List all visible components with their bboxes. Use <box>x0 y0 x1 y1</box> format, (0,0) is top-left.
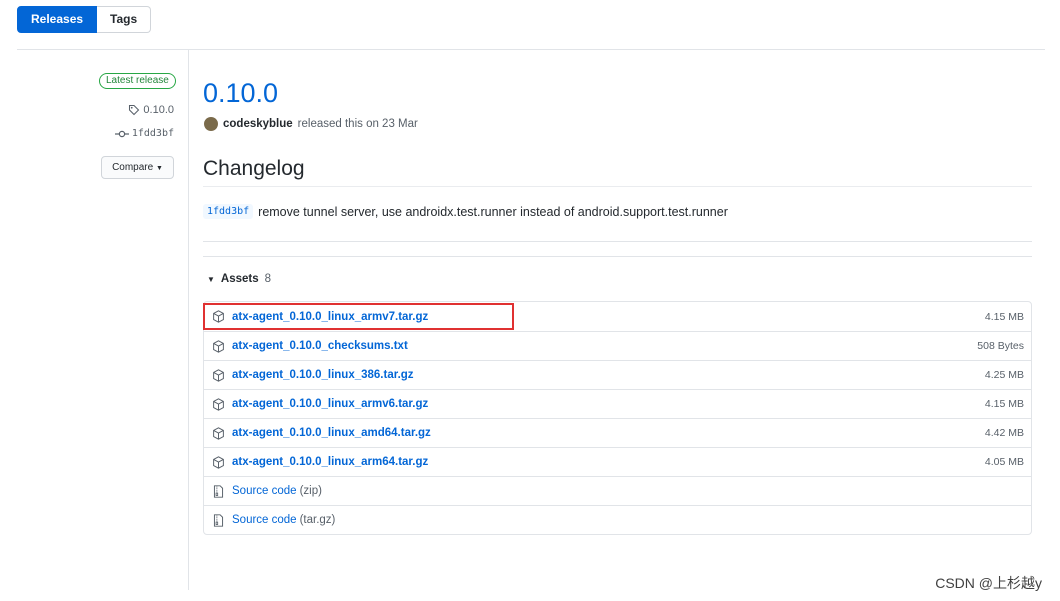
assets-toggle[interactable]: ▼ Assets 8 <box>207 273 271 285</box>
release-commit-link[interactable]: 1fdd3bf <box>114 128 174 139</box>
asset-row[interactable]: atx-agent_0.10.0_linux_arm64.tar.gz 4.05… <box>204 447 1031 476</box>
watermark: CSDN @上杉越y <box>935 575 1042 591</box>
assets-label: Assets <box>220 273 259 285</box>
source-code-row[interactable]: Source code (tar.gz) <box>204 505 1031 534</box>
git-commit-icon <box>114 130 129 137</box>
release-tabs: Releases Tags <box>17 6 152 33</box>
asset-size: 4.15 MB <box>984 398 1024 410</box>
asset-row[interactable]: atx-agent_0.10.0_linux_armv6.tar.gz 4.15… <box>204 389 1031 418</box>
triangle-down-icon: ▼ <box>207 274 215 284</box>
asset-name[interactable]: atx-agent_0.10.0_linux_armv6.tar.gz <box>232 398 985 410</box>
sidebar-divider <box>188 50 189 590</box>
author-name[interactable]: codeskyblue <box>223 118 293 130</box>
source-code-ext: (tar.gz) <box>299 514 336 526</box>
latest-release-badge: Latest release <box>99 73 176 89</box>
package-icon <box>213 397 224 411</box>
section-divider <box>203 256 1032 257</box>
asset-name[interactable]: atx-agent_0.10.0_linux_armv7.tar.gz <box>232 311 985 323</box>
asset-row[interactable]: atx-agent_0.10.0_linux_amd64.tar.gz 4.42… <box>204 418 1031 447</box>
asset-size: 508 Bytes <box>977 340 1024 352</box>
asset-name[interactable]: atx-agent_0.10.0_linux_amd64.tar.gz <box>232 427 985 439</box>
asset-size: 4.42 MB <box>984 427 1024 439</box>
package-icon <box>213 426 224 440</box>
asset-size: 4.05 MB <box>984 456 1024 468</box>
tag-icon <box>129 104 140 116</box>
compare-label: Compare <box>112 162 154 173</box>
package-icon <box>213 339 224 353</box>
compare-button[interactable]: Compare ▼ <box>101 156 174 179</box>
section-divider <box>203 241 1032 242</box>
change-description: remove tunnel server, use androidx.test.… <box>258 204 728 219</box>
released-text: released this on 23 Mar <box>297 118 418 130</box>
assets-count: 8 <box>264 273 272 285</box>
file-zip-icon <box>213 484 224 498</box>
assets-list: atx-agent_0.10.0_linux_armv7.tar.gz 4.15… <box>203 301 1032 535</box>
changelog-entry: 1fdd3bf remove tunnel server, use androi… <box>203 204 728 219</box>
asset-name[interactable]: atx-agent_0.10.0_linux_arm64.tar.gz <box>232 456 985 468</box>
release-tag-link[interactable]: 0.10.0 <box>128 104 174 116</box>
source-code-label[interactable]: Source code <box>232 485 297 497</box>
release-commit-sha: 1fdd3bf <box>131 128 174 139</box>
caret-down-icon: ▼ <box>155 165 163 172</box>
package-icon <box>213 368 224 382</box>
change-commit-sha[interactable]: 1fdd3bf <box>203 204 254 219</box>
changelog-divider <box>203 186 1032 187</box>
asset-row[interactable]: atx-agent_0.10.0_linux_386.tar.gz 4.25 M… <box>204 360 1031 389</box>
asset-name[interactable]: atx-agent_0.10.0_linux_386.tar.gz <box>232 369 985 381</box>
source-code-label[interactable]: Source code <box>232 514 297 526</box>
source-code-row[interactable]: Source code (zip) <box>204 476 1031 505</box>
release-title[interactable]: 0.10.0 <box>203 78 278 109</box>
avatar[interactable] <box>204 117 218 131</box>
tab-tags[interactable]: Tags <box>97 6 152 33</box>
asset-name[interactable]: atx-agent_0.10.0_checksums.txt <box>232 340 977 352</box>
release-byline: codeskyblue released this on 23 Mar <box>204 117 418 131</box>
package-icon <box>213 455 224 469</box>
tab-releases[interactable]: Releases <box>17 6 98 33</box>
release-tag-label: 0.10.0 <box>143 104 174 116</box>
file-zip-icon <box>213 513 224 527</box>
asset-row[interactable]: atx-agent_0.10.0_linux_armv7.tar.gz 4.15… <box>204 302 1031 331</box>
asset-size: 4.15 MB <box>984 310 1024 323</box>
package-icon <box>213 310 224 323</box>
changelog-heading: Changelog <box>203 157 305 180</box>
asset-size: 4.25 MB <box>984 369 1024 381</box>
asset-row[interactable]: atx-agent_0.10.0_checksums.txt 508 Bytes <box>204 331 1031 360</box>
source-code-ext: (zip) <box>299 485 322 497</box>
header-divider <box>17 49 1045 50</box>
